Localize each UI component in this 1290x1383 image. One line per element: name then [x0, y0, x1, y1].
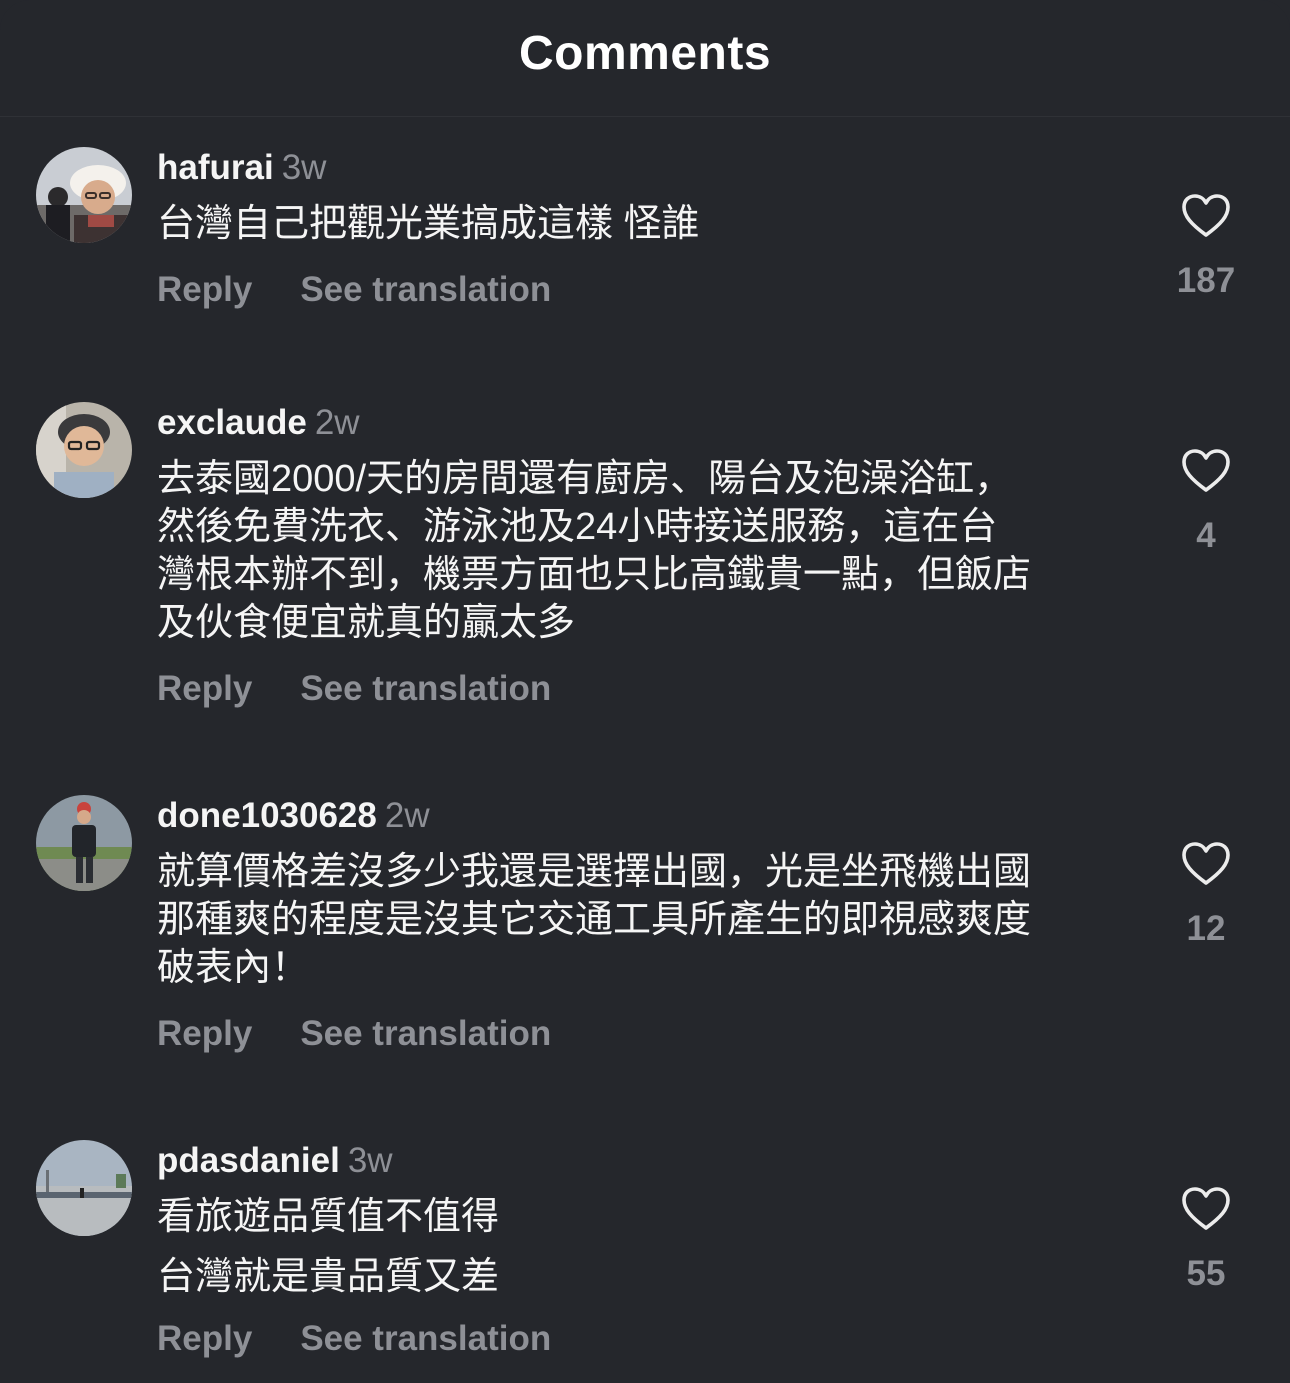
- comment-meta: pdasdaniel 3w: [157, 1139, 1137, 1183]
- like-count: 187: [1176, 261, 1236, 300]
- like-count: 12: [1186, 909, 1226, 948]
- comment-text: 就算價格差沒多少我還是選擇出國，光是坐飛機出國 那種爽的程度是沒其它交通工具所產…: [157, 851, 1032, 989]
- see-translation-button[interactable]: See translation: [300, 1014, 551, 1053]
- comment-text: 看旅遊品質值不值得 台灣就是貴品質又差: [157, 1196, 500, 1298]
- comment-actions: Reply See translation: [157, 1319, 1137, 1359]
- like-count: 55: [1186, 1254, 1226, 1293]
- comment-time: 2w: [314, 403, 360, 442]
- comment-time: 2w: [384, 796, 430, 835]
- avatar[interactable]: [36, 1140, 132, 1236]
- comment-text: 台灣自己把觀光業搞成這樣 怪誰: [157, 203, 700, 245]
- comment-text: 去泰國2000/天的房間還有廚房、陽台及泡澡浴缸， 然後免費洗衣、游泳池及24小…: [157, 458, 1032, 644]
- comment-username[interactable]: hafurai: [157, 148, 274, 187]
- comment-meta: done1030628 2w: [157, 794, 1137, 838]
- heart-outline-icon[interactable]: [1181, 1186, 1231, 1232]
- comment-time: 3w: [281, 148, 327, 187]
- comments-sheet: Comments hafurai 3w 台灣自己把觀光業搞成這樣 怪誰 Repl…: [0, 0, 1290, 1383]
- see-translation-button[interactable]: See translation: [300, 270, 551, 309]
- comment-username[interactable]: done1030628: [157, 796, 377, 835]
- like-control: 55: [1162, 1186, 1250, 1294]
- comment-meta: exclaude 2w: [157, 401, 1137, 445]
- comment-actions: Reply See translation: [157, 270, 1137, 310]
- comment-time: 3w: [347, 1141, 393, 1180]
- comment-meta: hafurai 3w: [157, 146, 1137, 190]
- comment-actions: Reply See translation: [157, 1014, 1137, 1054]
- heart-outline-icon[interactable]: [1181, 193, 1231, 239]
- avatar[interactable]: [36, 147, 132, 243]
- reply-button[interactable]: Reply: [157, 270, 252, 309]
- reply-button[interactable]: Reply: [157, 669, 252, 708]
- page-title: Comments: [518, 26, 772, 80]
- heart-outline-icon[interactable]: [1181, 448, 1231, 494]
- reply-button[interactable]: Reply: [157, 1014, 252, 1053]
- like-control: 4: [1162, 448, 1250, 556]
- like-control: 12: [1162, 841, 1250, 949]
- heart-outline-icon[interactable]: [1181, 841, 1231, 887]
- comments-header: Comments: [0, 0, 1290, 117]
- like-control: 187: [1162, 193, 1250, 301]
- comment-username[interactable]: pdasdaniel: [157, 1141, 340, 1180]
- comment-username[interactable]: exclaude: [157, 403, 307, 442]
- comment-actions: Reply See translation: [157, 669, 1137, 709]
- reply-button[interactable]: Reply: [157, 1319, 252, 1358]
- see-translation-button[interactable]: See translation: [300, 669, 551, 708]
- see-translation-button[interactable]: See translation: [300, 1319, 551, 1358]
- avatar[interactable]: [36, 795, 132, 891]
- avatar[interactable]: [36, 402, 132, 498]
- like-count: 4: [1196, 516, 1216, 555]
